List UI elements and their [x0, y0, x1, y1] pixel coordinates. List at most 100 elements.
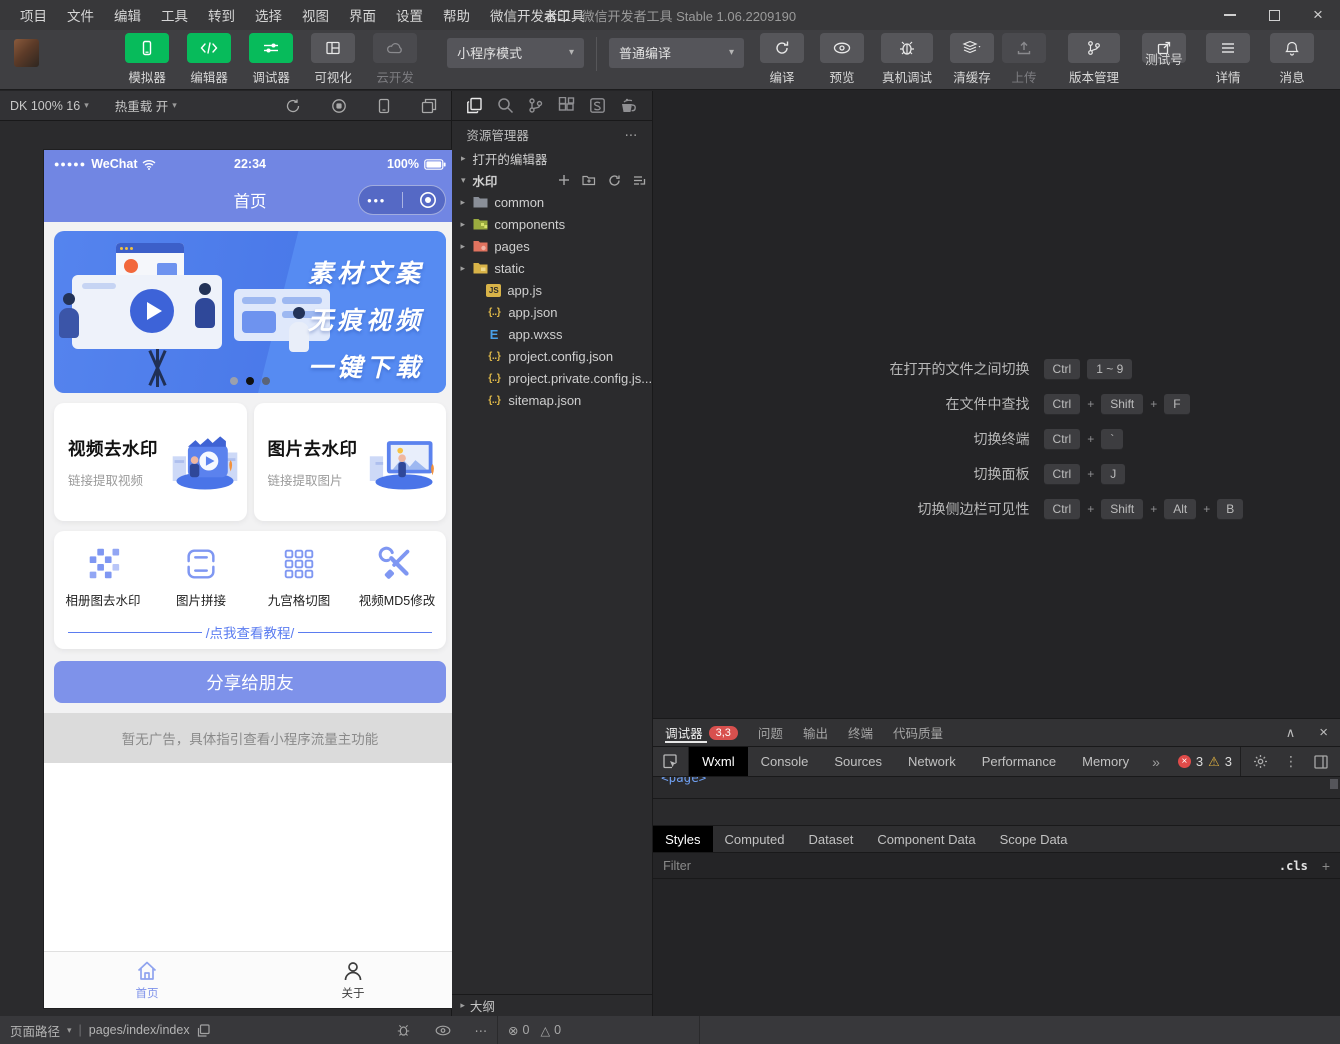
- devtools-tab-network[interactable]: Network: [895, 747, 969, 776]
- more-status-icon[interactable]: ⋯: [475, 1023, 488, 1038]
- rotate-icon[interactable]: [285, 98, 301, 114]
- npm-icon[interactable]: [589, 97, 606, 114]
- menu-view[interactable]: 视图: [294, 2, 337, 28]
- tree-file-project-private-config[interactable]: {..} project.private.config.js...: [452, 367, 652, 389]
- maximize-button[interactable]: [1252, 0, 1296, 30]
- tree-file-app-js[interactable]: JS app.js: [452, 279, 652, 301]
- scrollbar-thumb[interactable]: [1330, 779, 1338, 789]
- capsule-menu[interactable]: ●●●: [358, 185, 446, 215]
- wxml-tree-view[interactable]: <page>: [653, 777, 1340, 799]
- menu-interface[interactable]: 界面: [341, 2, 384, 28]
- device-select[interactable]: DK 100% 16 ▾: [10, 99, 89, 113]
- record-icon[interactable]: [331, 98, 347, 114]
- tab-output[interactable]: 输出: [803, 719, 828, 746]
- tree-file-app-wxss[interactable]: Ǝ app.wxss: [452, 323, 652, 345]
- device-debug-button[interactable]: 真机调试: [876, 33, 938, 86]
- device-frame-icon[interactable]: [377, 98, 391, 114]
- user-avatar[interactable]: [14, 39, 39, 67]
- menu-edit[interactable]: 编辑: [106, 2, 149, 28]
- extensions-icon[interactable]: [558, 97, 575, 114]
- vconsole-bug-icon[interactable]: [396, 1023, 411, 1037]
- tutorial-link[interactable]: /点我查看教程/: [68, 622, 432, 642]
- gear-icon[interactable]: [1253, 754, 1268, 769]
- menu-file[interactable]: 文件: [59, 2, 102, 28]
- minimize-button[interactable]: [1208, 0, 1252, 30]
- tab-home[interactable]: 首页: [44, 952, 250, 1008]
- cloud-dev-button[interactable]: 云开发: [369, 33, 421, 86]
- refresh-tree-icon[interactable]: [608, 174, 621, 187]
- source-control-icon[interactable]: [527, 97, 544, 114]
- album-watermark-tool[interactable]: 相册图去水印: [54, 545, 152, 609]
- dock-side-icon[interactable]: [1314, 755, 1328, 769]
- share-button[interactable]: 分享给朋友: [54, 661, 446, 703]
- video-watermark-card[interactable]: 视频去水印 链接提取视频: [54, 403, 247, 521]
- kebab-menu-icon[interactable]: ⋮: [1284, 753, 1298, 770]
- page-path-value[interactable]: pages/index/index: [89, 1023, 190, 1037]
- preview-eye-icon[interactable]: [435, 1025, 451, 1036]
- menu-select[interactable]: 选择: [247, 2, 290, 28]
- tea-icon[interactable]: [619, 98, 638, 114]
- tab-computed[interactable]: Computed: [713, 826, 797, 852]
- menu-tools[interactable]: 工具: [153, 2, 196, 28]
- debugger-toggle-button[interactable]: 调试器: [245, 33, 297, 86]
- cls-toggle[interactable]: .cls: [1279, 859, 1308, 873]
- copy-icon[interactable]: [197, 1024, 210, 1037]
- add-style-icon[interactable]: +: [1322, 858, 1330, 874]
- preview-button[interactable]: 预览: [816, 33, 868, 86]
- more-tabs-icon[interactable]: »: [1142, 747, 1170, 776]
- close-button[interactable]: ×: [1296, 0, 1340, 30]
- outline-section[interactable]: ▸ 大纲: [452, 994, 652, 1016]
- files-icon[interactable]: [466, 97, 483, 114]
- tab-about[interactable]: 关于: [250, 952, 456, 1008]
- tab-code-quality[interactable]: 代码质量: [893, 719, 943, 746]
- clear-cache-button[interactable]: 清缓存: [946, 33, 998, 86]
- tree-folder-common[interactable]: ▸ common: [452, 191, 652, 213]
- tab-component-data[interactable]: Component Data: [865, 826, 987, 852]
- project-section[interactable]: ▾ 水印: [452, 169, 652, 191]
- tab-problems[interactable]: 问题: [758, 719, 783, 746]
- tab-scope-data[interactable]: Scope Data: [988, 826, 1080, 852]
- image-stitch-tool[interactable]: 图片拼接: [152, 545, 250, 609]
- menu-devtools[interactable]: 微信开发者工具: [482, 2, 593, 28]
- menu-project[interactable]: 项目: [12, 2, 55, 28]
- menu-goto[interactable]: 转到: [200, 2, 243, 28]
- collapse-panel-icon[interactable]: ∧: [1286, 725, 1296, 741]
- tree-file-sitemap[interactable]: {..} sitemap.json: [452, 389, 652, 411]
- page-path-label[interactable]: 页面路径: [10, 1021, 60, 1040]
- tree-folder-static[interactable]: ▸ static: [452, 257, 652, 279]
- tab-debugger[interactable]: 调试器 3,3: [665, 719, 738, 746]
- wxml-node[interactable]: <page>: [661, 777, 706, 785]
- collapse-all-icon[interactable]: [633, 174, 646, 186]
- image-watermark-card[interactable]: 图片去水印 链接提取图片: [254, 403, 447, 521]
- tab-dataset[interactable]: Dataset: [797, 826, 866, 852]
- simulator-toggle-button[interactable]: 模拟器: [121, 33, 173, 86]
- tree-folder-pages[interactable]: ▸ pages: [452, 235, 652, 257]
- tab-terminal[interactable]: 终端: [848, 719, 873, 746]
- details-button[interactable]: 详情: [1202, 33, 1254, 86]
- tree-folder-components[interactable]: ▸ components: [452, 213, 652, 235]
- test-account-button[interactable]: 测试号: [1138, 33, 1190, 86]
- visual-toggle-button[interactable]: 可视化: [307, 33, 359, 86]
- tab-styles[interactable]: Styles: [653, 826, 712, 852]
- search-icon[interactable]: [497, 97, 514, 114]
- upload-button[interactable]: 上传: [998, 33, 1050, 86]
- console-error-count[interactable]: × 3 ⚠ 3: [1170, 747, 1240, 776]
- inspect-element-button[interactable]: [653, 747, 689, 776]
- video-md5-tool[interactable]: 视频MD5修改: [348, 545, 446, 609]
- tree-file-project-config[interactable]: {..} project.config.json: [452, 345, 652, 367]
- filter-input[interactable]: Filter: [663, 859, 691, 873]
- editor-toggle-button[interactable]: 编辑器: [183, 33, 235, 86]
- tree-file-app-json[interactable]: {..} app.json: [452, 301, 652, 323]
- devtools-tab-sources[interactable]: Sources: [821, 747, 895, 776]
- devtools-tab-console[interactable]: Console: [748, 747, 822, 776]
- devtools-tab-performance[interactable]: Performance: [969, 747, 1069, 776]
- carousel-banner[interactable]: 素材文案 无痕视频 一键下载: [54, 231, 446, 393]
- more-actions-icon[interactable]: ⋯: [625, 127, 639, 142]
- nine-grid-tool[interactable]: 九宫格切图: [250, 545, 348, 609]
- menu-settings[interactable]: 设置: [388, 2, 431, 28]
- menu-help[interactable]: 帮助: [435, 2, 478, 28]
- compile-button[interactable]: 编译: [756, 33, 808, 86]
- new-folder-icon[interactable]: [582, 174, 596, 186]
- open-editors-section[interactable]: ▸ 打开的编辑器: [452, 147, 652, 169]
- hot-reload-toggle[interactable]: 热重载 开 ▾: [115, 96, 177, 115]
